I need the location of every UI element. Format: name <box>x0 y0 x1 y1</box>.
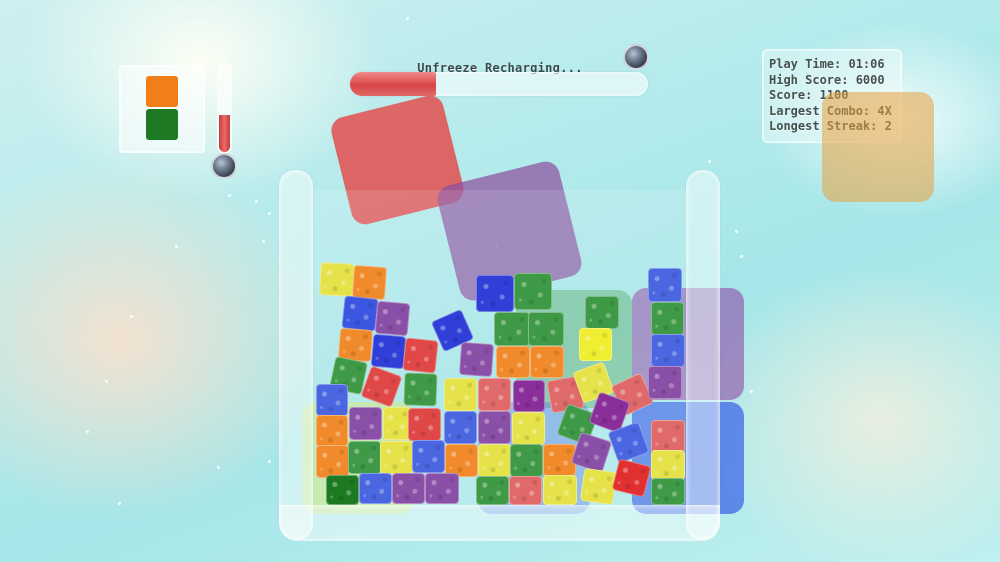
game-block[interactable] <box>476 476 509 505</box>
jar-bottom <box>279 505 720 541</box>
game-block[interactable] <box>402 337 439 374</box>
game-block[interactable] <box>392 473 425 504</box>
game-block[interactable] <box>425 473 459 504</box>
game-block[interactable] <box>585 296 619 329</box>
game-block[interactable] <box>316 384 348 416</box>
freeze-bomb-icon[interactable] <box>211 153 237 179</box>
play-time-text: Play Time: 01:06 <box>769 57 885 71</box>
high-score-text: High Score: 6000 <box>769 72 885 87</box>
game-block[interactable] <box>319 262 355 297</box>
unfreeze-bomb-icon[interactable] <box>623 44 649 70</box>
game-block[interactable] <box>476 275 514 312</box>
game-block[interactable] <box>444 378 477 411</box>
game-block[interactable] <box>349 407 382 440</box>
game-block[interactable] <box>374 300 411 337</box>
game-block[interactable] <box>648 268 682 302</box>
game-block[interactable] <box>509 476 542 505</box>
jar-left-wall <box>279 170 313 540</box>
ghost-block-orange <box>822 92 934 202</box>
next-piece-block-bottom <box>146 109 178 140</box>
game-block[interactable] <box>494 312 530 346</box>
game-block[interactable] <box>408 408 441 441</box>
game-block[interactable] <box>530 346 564 378</box>
game-block[interactable] <box>351 264 388 301</box>
game-block[interactable] <box>341 295 379 332</box>
game-block[interactable] <box>496 346 530 378</box>
next-piece-preview <box>119 65 205 153</box>
game-block[interactable] <box>478 444 511 477</box>
game-block[interactable] <box>510 444 543 477</box>
game-block[interactable] <box>326 475 359 505</box>
game-block[interactable] <box>651 478 685 505</box>
game-block[interactable] <box>316 445 349 478</box>
game-block[interactable] <box>370 333 407 370</box>
game-block[interactable] <box>651 334 685 367</box>
game-block[interactable] <box>348 441 381 474</box>
recharge-bar <box>350 72 648 96</box>
recharge-bar-fill <box>350 72 437 96</box>
game-block[interactable] <box>514 273 552 310</box>
game-block[interactable] <box>478 378 511 411</box>
game-block[interactable] <box>403 372 438 407</box>
game-block[interactable] <box>359 473 392 504</box>
game-block[interactable] <box>412 440 445 473</box>
game-block[interactable] <box>458 341 495 378</box>
game-block[interactable] <box>579 328 612 361</box>
pressure-gauge-fill <box>219 115 230 152</box>
game-block[interactable] <box>444 411 477 444</box>
jar-right-wall <box>686 170 720 540</box>
game-block[interactable] <box>380 441 413 474</box>
game-block[interactable] <box>651 450 685 480</box>
game-block[interactable] <box>528 312 564 346</box>
game-block[interactable] <box>513 380 545 412</box>
game-block[interactable] <box>383 407 411 440</box>
game-block[interactable] <box>316 415 348 447</box>
game-block[interactable] <box>651 302 684 335</box>
game-block[interactable] <box>478 411 511 444</box>
next-piece-block-top <box>146 76 178 107</box>
game-block[interactable] <box>512 412 545 445</box>
game-block[interactable] <box>543 475 577 505</box>
game-block[interactable] <box>648 366 682 399</box>
game-block[interactable] <box>651 420 685 453</box>
